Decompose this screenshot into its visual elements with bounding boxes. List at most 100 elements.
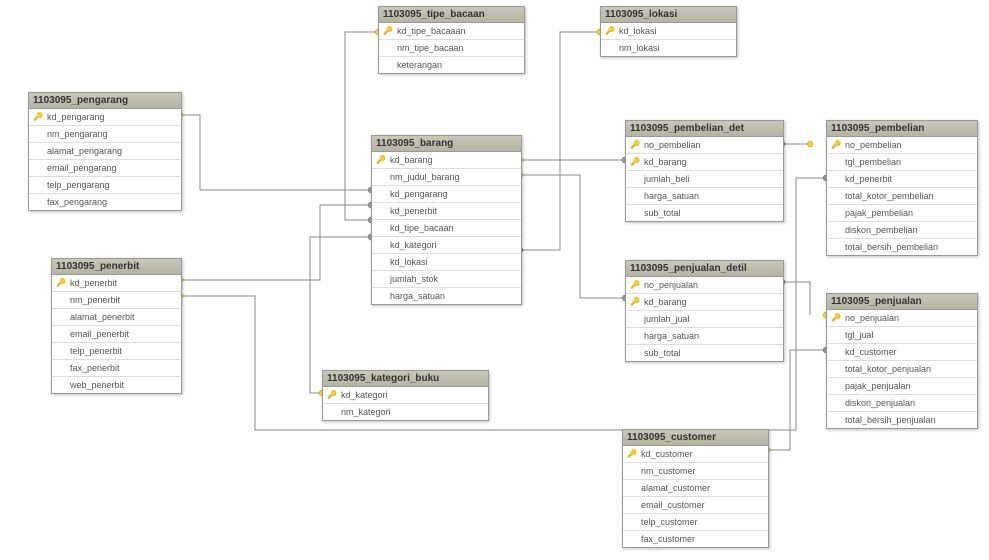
table-row[interactable]: kd_tipe_bacaaan [379,23,524,40]
table-pembelian[interactable]: 1103095_pembelianno_pembelian tgl_pembeli… [826,120,978,256]
table-row[interactable]: diskon_pembelian [827,222,977,239]
table-header[interactable]: 1103095_barang [372,136,521,152]
table-header[interactable]: 1103095_pembelian_det [626,121,783,137]
table-row[interactable]: email_customer [623,497,768,514]
table-row[interactable]: alamat_pengarang [29,143,181,160]
primary-key-icon [630,156,640,168]
table-row[interactable]: total_kotor_pembelian [827,188,977,205]
table-row[interactable]: total_bersih_pembelian [827,239,977,255]
table-row[interactable]: tgl_jual [827,327,977,344]
table-row[interactable]: no_pembelian [626,137,783,154]
table-header[interactable]: 1103095_pengarang [29,93,181,109]
table-row[interactable]: kd_customer [827,344,977,361]
table-header[interactable]: 1103095_tipe_bacaan [379,7,524,23]
field-name: nm_pengarang [47,129,108,139]
field-name: total_bersih_penjualan [845,415,936,425]
table-row[interactable]: kd_penerbit [52,275,181,292]
table-barang[interactable]: 1103095_barangkd_barang nm_judul_barangkd… [371,135,522,305]
key-placeholder [376,239,386,251]
table-row[interactable]: jumlah_beli [626,171,783,188]
table-row[interactable]: sub_total [626,205,783,221]
table-row[interactable]: total_kotor_penjualan [827,361,977,378]
table-header[interactable]: 1103095_lokasi [601,7,736,23]
table-row[interactable]: kd_barang [372,152,521,169]
key-placeholder [831,397,841,409]
table-penerbit[interactable]: 1103095_penerbitkd_penerbitnm_penerbital… [51,258,182,394]
table-row[interactable]: no_penjualan [626,277,783,294]
primary-key-icon [376,154,386,166]
field-name: no_pembelian [644,140,701,150]
table-row[interactable]: kd_penerbit [372,203,521,220]
table-row[interactable]: nm_penerbit [52,292,181,309]
table-row[interactable]: jumlah_jual [626,311,783,328]
table-tipe_bacaan[interactable]: 1103095_tipe_bacaankd_tipe_bacaaannm_tip… [378,6,525,74]
field-name: kd_customer [641,449,693,459]
table-row[interactable]: kd_pengarang [29,109,181,126]
table-lokasi[interactable]: 1103095_lokasikd_lokasinm_lokasi [600,6,737,57]
table-row[interactable]: kd_barang [626,154,783,171]
table-row[interactable]: harga_satuan [372,288,521,304]
table-row[interactable]: kd_kategori [372,237,521,254]
table-row[interactable]: nm_tipe_bacaan [379,40,524,57]
table-row[interactable]: diskon_penjualan [827,395,977,412]
table-header[interactable]: 1103095_penerbit [52,259,181,275]
field-name: nm_judul_barang [390,172,460,182]
table-row[interactable]: alamat_penerbit [52,309,181,326]
table-row[interactable]: no_penjualan [827,310,977,327]
field-name: kd_customer [845,347,897,357]
key-placeholder [831,363,841,375]
table-row[interactable]: email_penerbit [52,326,181,343]
table-row[interactable]: fax_penerbit [52,360,181,377]
table-row[interactable]: nm_judul_barang [372,169,521,186]
table-row[interactable]: total_bersih_penjualan [827,412,977,428]
table-pembelian_detil[interactable]: 1103095_pembelian_det no_pembelian kd_bara… [625,120,784,222]
table-row[interactable]: telp_penerbit [52,343,181,360]
field-name: tgl_pembelian [845,157,901,167]
table-row[interactable]: sub_total [626,345,783,361]
table-row[interactable]: nm_kategori [323,404,488,420]
table-row[interactable]: keterangan [379,57,524,73]
field-name: fax_penerbit [70,363,120,373]
primary-key-icon [630,296,640,308]
table-header[interactable]: 1103095_penjualan_detil [626,261,783,277]
table-header[interactable]: 1103095_kategori_buku [323,371,488,387]
key-placeholder [831,329,841,341]
table-row[interactable]: web_penerbit [52,377,181,393]
table-penjualan_detil[interactable]: 1103095_penjualan_detilno_penjualankd_ba… [625,260,784,362]
table-row[interactable]: kd_penerbit [827,171,977,188]
table-row[interactable]: nm_pengarang [29,126,181,143]
table-row[interactable]: kd_lokasi [601,23,736,40]
table-row[interactable]: fax_customer [623,531,768,547]
table-row[interactable]: telp_customer [623,514,768,531]
key-placeholder [376,188,386,200]
table-row[interactable]: kd_customer [623,446,768,463]
table-header[interactable]: 1103095_pembelian [827,121,977,137]
table-row[interactable]: harga_satuan [626,188,783,205]
table-row[interactable]: kd_lokasi [372,254,521,271]
table-pengarang[interactable]: 1103095_pengarangkd_pengarang nm_pengaran… [28,92,182,211]
table-kategori_buku[interactable]: 1103095_kategori_bukukd_kategorinm_kateg… [322,370,489,421]
table-row[interactable]: telp_pengarang [29,177,181,194]
table-row[interactable]: kd_kategori [323,387,488,404]
table-row[interactable]: pajak_pembelian [827,205,977,222]
table-header[interactable]: 1103095_penjualan [827,294,977,310]
table-header[interactable]: 1103095_customer [623,430,768,446]
table-row[interactable]: nm_customer [623,463,768,480]
table-penjualan[interactable]: 1103095_penjualanno_penjualantgl_jual kd_… [826,293,978,429]
table-row[interactable]: harga_satuan [626,328,783,345]
key-placeholder [376,290,386,302]
table-row[interactable]: nm_lokasi [601,40,736,56]
table-row[interactable]: alamat_customer [623,480,768,497]
primary-key-icon [56,277,66,289]
table-row[interactable]: fax_pengarang [29,194,181,210]
table-row[interactable]: pajak_penjualan [827,378,977,395]
table-row[interactable]: kd_tipe_bacaan [372,220,521,237]
table-row[interactable]: kd_barang [626,294,783,311]
table-row[interactable]: email_pengarang [29,160,181,177]
table-row[interactable]: no_pembelian [827,137,977,154]
table-row[interactable]: tgl_pembelian [827,154,977,171]
field-name: diskon_penjualan [845,398,915,408]
table-row[interactable]: jumlah_stok [372,271,521,288]
table-customer[interactable]: 1103095_customer kd_customer nm_customeral… [622,429,769,548]
table-row[interactable]: kd_pengarang [372,186,521,203]
